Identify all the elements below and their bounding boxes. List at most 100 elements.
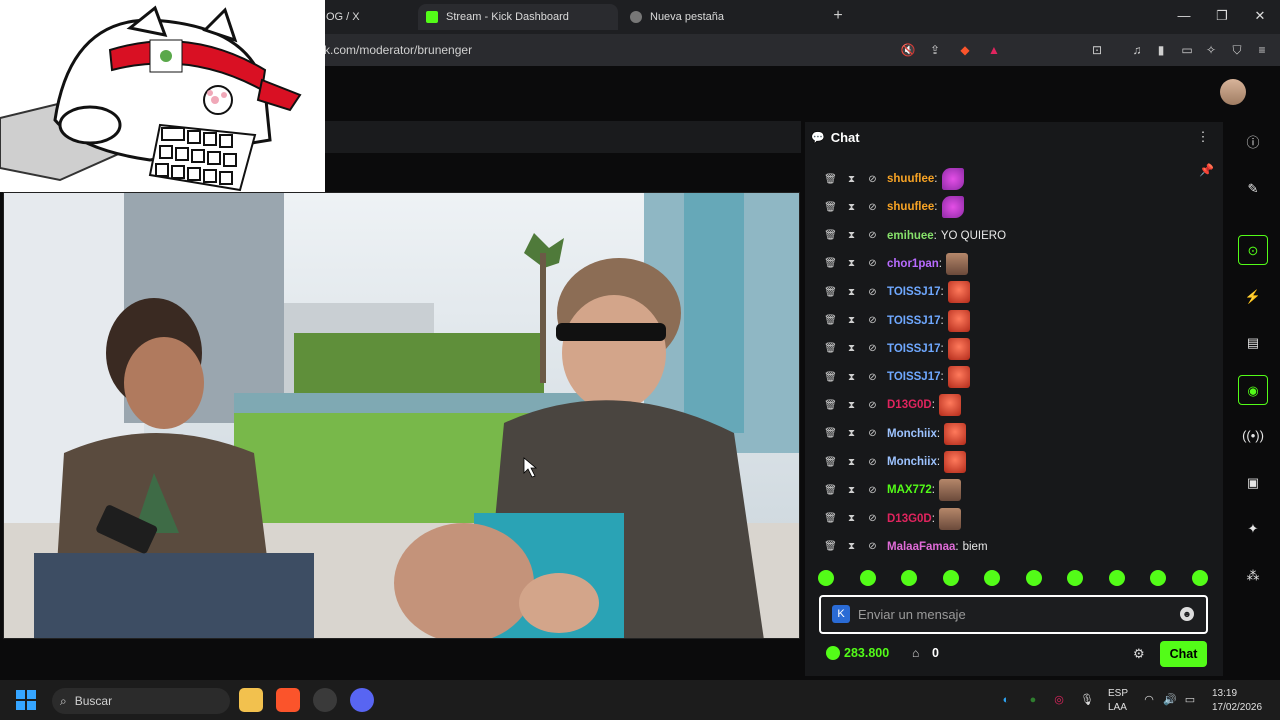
quick-emote[interactable] [1150, 570, 1167, 586]
chat-username[interactable]: chor1pan [887, 258, 939, 270]
chat-username[interactable]: Monchiix [887, 428, 937, 440]
volume-icon[interactable]: 🔊 [1163, 694, 1177, 706]
stream-video-preview[interactable] [3, 192, 800, 639]
ban-icon[interactable]: ⊘ [866, 314, 879, 327]
mute-icon[interactable]: 🔇 [900, 42, 916, 58]
discord-icon[interactable] [350, 688, 374, 712]
settings-dots-icon[interactable]: ⁂ [1238, 561, 1268, 591]
timeout-icon[interactable]: ⧗ [845, 484, 858, 497]
leo-ai-icon[interactable]: ✧ [1203, 42, 1219, 58]
tab-new[interactable]: Nueva pestaña [622, 4, 822, 30]
ban-icon[interactable]: ⊘ [866, 484, 879, 497]
start-button[interactable] [16, 690, 36, 710]
quick-emote[interactable] [859, 570, 876, 586]
edge-tray-icon[interactable]: ◐ [1000, 694, 1012, 706]
ban-icon[interactable]: ⊘ [866, 229, 879, 242]
wallet-icon[interactable]: ▭ [1179, 42, 1195, 58]
video-icon[interactable]: ▣ [1238, 468, 1268, 498]
chat-username[interactable]: shuuflee [887, 173, 934, 185]
edit-icon[interactable]: ✎ [1238, 174, 1268, 204]
vpn-icon[interactable]: ⛉ [1229, 42, 1245, 58]
ban-icon[interactable]: ⊘ [866, 201, 879, 214]
ban-icon[interactable]: ⊘ [866, 371, 879, 384]
quick-emote[interactable] [942, 570, 959, 586]
ban-icon[interactable]: ⊘ [866, 342, 879, 355]
ban-icon[interactable]: ⊘ [866, 173, 879, 186]
chat-username[interactable]: D13G0D [887, 399, 932, 411]
delete-icon[interactable]: 🗑 [824, 456, 837, 469]
info-icon[interactable]: ⓘ [1238, 128, 1268, 158]
ban-icon[interactable]: ⊘ [866, 456, 879, 469]
timeout-icon[interactable]: ⧗ [845, 371, 858, 384]
delete-icon[interactable]: 🗑 [824, 286, 837, 299]
delete-icon[interactable]: 🗑 [824, 201, 837, 214]
chat-settings-icon[interactable]: ⚙ [1133, 646, 1147, 661]
record-tray-icon[interactable]: ◎ [1053, 694, 1065, 706]
chat-username[interactable]: TOISSJ17 [887, 343, 941, 355]
chat-menu-button[interactable]: ⋮ [1196, 129, 1210, 145]
screenshot-icon[interactable]: ⊡ [1089, 42, 1105, 58]
quick-emote[interactable] [818, 570, 834, 586]
file-explorer-icon[interactable] [239, 688, 263, 712]
channel-points-count[interactable]: 283.800 [844, 646, 889, 660]
store-icon[interactable]: ⌂ [912, 646, 926, 660]
chat-username[interactable]: Monchiix [887, 456, 937, 468]
timeout-icon[interactable]: ⧗ [845, 314, 858, 327]
battery-icon[interactable]: ▭ [1184, 694, 1196, 706]
new-tab-button[interactable]: + [828, 6, 848, 26]
delete-icon[interactable]: 🗑 [824, 257, 837, 270]
chat-message-input[interactable] [858, 603, 1168, 625]
sidebar-toggle-icon[interactable]: ▮ [1153, 42, 1169, 58]
timeout-icon[interactable]: ⧗ [845, 201, 858, 214]
pin-icon[interactable]: 📌 [1199, 163, 1217, 181]
quick-emote[interactable] [984, 570, 1001, 586]
chat-username[interactable]: MAX772 [887, 484, 932, 496]
tab-x[interactable]: OG / X [318, 4, 413, 30]
chat-username[interactable]: emihuee [887, 230, 934, 242]
microphone-icon[interactable]: 🎙 [1080, 694, 1094, 706]
screen-capture-icon[interactable]: ⊙ [1238, 235, 1268, 265]
ban-icon[interactable]: ⊘ [866, 512, 879, 525]
brave-browser-icon[interactable] [276, 688, 300, 712]
share-icon[interactable]: ⇪ [927, 42, 943, 58]
input-language[interactable]: ESP [1108, 688, 1128, 699]
tab-kick-dashboard[interactable]: Stream - Kick Dashboard [418, 4, 618, 30]
timeout-icon[interactable]: ⧗ [845, 456, 858, 469]
music-icon[interactable]: ♫ [1129, 42, 1145, 58]
delete-icon[interactable]: 🗑 [824, 371, 837, 384]
taskbar-search[interactable]: ⌕ Buscar [52, 688, 230, 714]
delete-icon[interactable]: 🗑 [824, 342, 837, 355]
ban-icon[interactable]: ⊘ [866, 257, 879, 270]
menu-icon[interactable]: ≡ [1254, 42, 1270, 58]
obs-icon[interactable] [313, 688, 337, 712]
timeout-icon[interactable]: ⧗ [845, 257, 858, 270]
chat-icon[interactable]: ◉ [1238, 375, 1268, 405]
chat-username[interactable]: TOISSJ17 [887, 371, 941, 383]
lightning-icon[interactable]: ⚡ [1238, 282, 1268, 312]
quick-emote[interactable] [1108, 570, 1125, 586]
ban-icon[interactable]: ⊘ [866, 399, 879, 412]
chat-username[interactable]: D13G0D [887, 513, 932, 525]
app-tray-icon[interactable]: ● [1027, 694, 1039, 706]
wrench-icon[interactable]: ✦ [1238, 514, 1268, 544]
chat-username[interactable]: MalaaFamaa [887, 541, 955, 553]
delete-icon[interactable]: 🗑 [824, 512, 837, 525]
timeout-icon[interactable]: ⧗ [845, 540, 858, 553]
chat-username[interactable]: TOISSJ17 [887, 286, 941, 298]
timeout-icon[interactable]: ⧗ [845, 342, 858, 355]
timeout-icon[interactable]: ⧗ [845, 173, 858, 186]
chat-username[interactable]: TOISSJ17 [887, 315, 941, 327]
delete-icon[interactable]: 🗑 [824, 427, 837, 440]
ban-icon[interactable]: ⊘ [866, 427, 879, 440]
delete-icon[interactable]: 🗑 [824, 173, 837, 186]
notes-icon[interactable]: ▤ [1238, 328, 1268, 358]
timeout-icon[interactable]: ⧗ [845, 229, 858, 242]
delete-icon[interactable]: 🗑 [824, 484, 837, 497]
broadcast-icon[interactable]: ((•)) [1238, 421, 1268, 451]
delete-icon[interactable]: 🗑 [824, 229, 837, 242]
delete-icon[interactable]: 🗑 [824, 399, 837, 412]
timeout-icon[interactable]: ⧗ [845, 399, 858, 412]
minimize-button[interactable]: — [1170, 6, 1198, 26]
quick-emote[interactable] [1191, 570, 1208, 586]
timeout-icon[interactable]: ⧗ [845, 512, 858, 525]
